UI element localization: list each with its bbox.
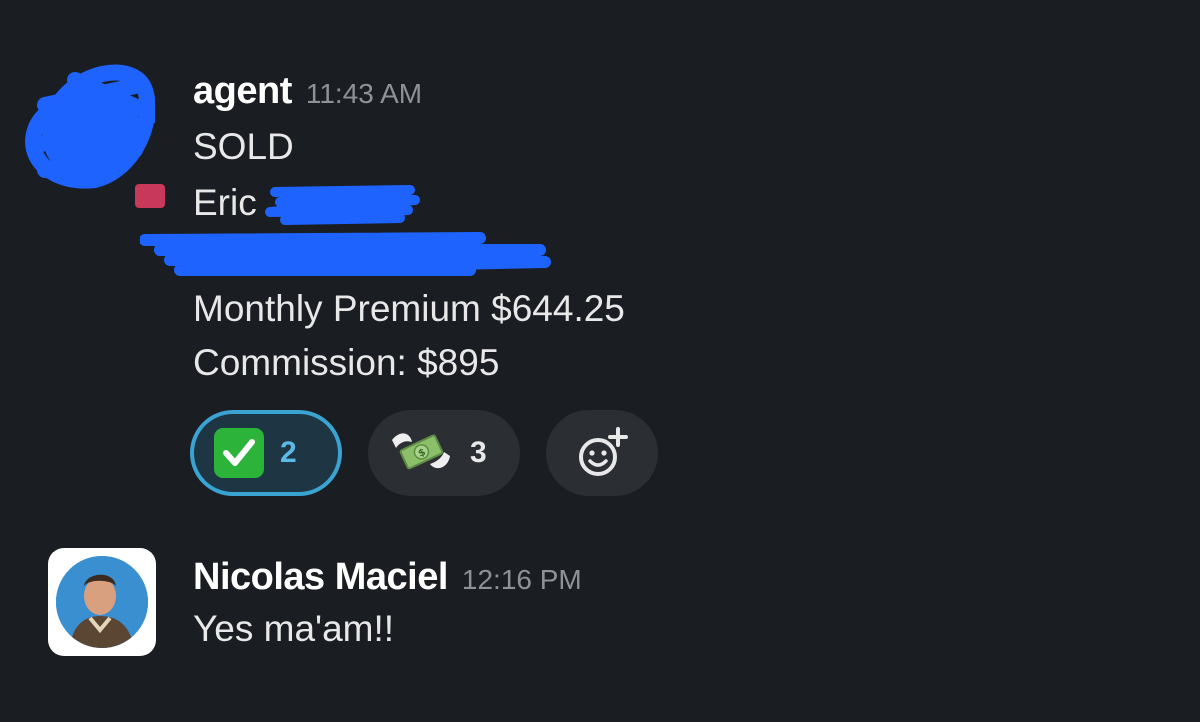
redaction-scribble (25, 64, 155, 189)
timestamp[interactable]: 11:43 AM (306, 78, 422, 110)
redaction-scribble-lines (140, 185, 551, 276)
reaction-count: 3 (470, 436, 487, 469)
check-mark-icon (214, 428, 264, 478)
sender-name[interactable]: agent (193, 70, 292, 113)
message-reply: Nicolas Maciel 12:16 PM Yes ma'am!! (0, 540, 1200, 670)
sender-name[interactable]: Nicolas Maciel (193, 556, 448, 599)
reactions-bar: 2 $ 3 (190, 410, 658, 496)
profile-photo (56, 556, 148, 648)
message-header: agent 11:43 AM (193, 70, 422, 114)
message-line-commission: Commission: $895 (193, 342, 500, 383)
add-reaction-icon (579, 427, 628, 476)
message-sold: agent 11:43 AM SOLD Eric Monthly Premium… (0, 60, 1200, 510)
money-with-wings-icon: $ (388, 426, 454, 481)
add-reaction-button[interactable] (546, 410, 658, 496)
message-header: Nicolas Maciel 12:16 PM (193, 556, 582, 600)
timestamp[interactable]: 12:16 PM (462, 564, 582, 596)
reaction-check-mark[interactable]: 2 (190, 410, 342, 496)
message-line-premium: Monthly Premium $644.25 (193, 288, 625, 329)
message-line-status: SOLD (193, 126, 294, 167)
avatar[interactable] (48, 548, 156, 656)
reaction-money-with-wings[interactable]: $ 3 (368, 410, 520, 496)
message-text: Yes ma'am!! (193, 608, 395, 649)
reaction-count: 2 (280, 436, 297, 469)
